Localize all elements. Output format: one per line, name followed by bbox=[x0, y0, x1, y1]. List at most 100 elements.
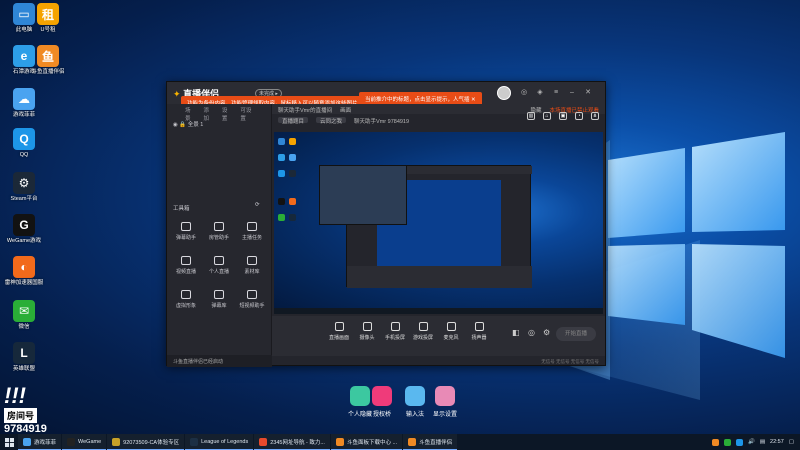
menu-icon[interactable]: ≡ bbox=[551, 88, 561, 98]
start-button[interactable] bbox=[0, 434, 18, 450]
tray-app-icon[interactable] bbox=[711, 438, 719, 446]
tool-label: 弹幕助手 bbox=[175, 235, 196, 241]
taskbar-item[interactable]: 游戏菲菲 bbox=[18, 434, 62, 450]
taskbar-item-label: 斗鱼面板下载中心 ... bbox=[346, 439, 398, 446]
lock-icon[interactable]: ⌂ bbox=[543, 112, 551, 120]
tool-button[interactable]: 个人直播 bbox=[204, 256, 234, 275]
left-tab[interactable]: 添加 bbox=[203, 106, 211, 122]
source-button[interactable]: 直播画面 bbox=[324, 322, 354, 341]
tool-button[interactable]: 虚拟形象 bbox=[171, 290, 201, 309]
crop-icon[interactable]: ▣ bbox=[559, 112, 567, 120]
source-button[interactable]: 麦克风 bbox=[436, 322, 466, 341]
source-icon bbox=[362, 322, 372, 331]
pill-title[interactable]: 直播题目 bbox=[278, 117, 309, 125]
source-button[interactable]: 摄像头 bbox=[352, 322, 382, 341]
preview-desktop-icon bbox=[278, 154, 285, 161]
desktop-icon[interactable]: Q QQ bbox=[4, 128, 44, 159]
tool-button[interactable]: 短视频助手 bbox=[237, 290, 267, 309]
lock-icon[interactable]: 🔒 bbox=[179, 122, 186, 128]
room-info: 聊天助手Vmr 9784919 bbox=[354, 119, 410, 125]
desktop-icon[interactable]: ✉ 微信 bbox=[4, 300, 44, 331]
main-stage: 聊天助手Vmr的直播间 画面 隐藏 本场直播已禁止观看 直播题目 云同之我 聊天… bbox=[272, 104, 605, 367]
desktop-icon[interactable]: L 英雄联盟 bbox=[4, 342, 44, 373]
tool-button[interactable]: 视频直播 bbox=[171, 256, 201, 275]
desktop-icon[interactable]: ◐ 雷神加速器国服 bbox=[4, 256, 44, 287]
app-icon: ◐ bbox=[13, 256, 35, 278]
bottom-toolbar: 直播画面 摄像头 手机投屏 游戏投屏 麦克风 扬声器 ◧ ◎ ⚙ 开始直播 bbox=[272, 316, 605, 356]
room-tab[interactable]: 聊天助手Vmr的直播间 bbox=[278, 106, 332, 114]
scene-row[interactable]: ◉ 🔒 全景 1 bbox=[173, 120, 203, 128]
desktop-icon-label: 英雄联盟 bbox=[12, 366, 35, 372]
source-label: 手机投屏 bbox=[384, 335, 405, 341]
taskbar-item[interactable]: 斗鱼直播伴侣 bbox=[403, 434, 458, 450]
left-tab[interactable]: 场景 bbox=[185, 106, 193, 122]
tool-button[interactable]: 弹幕库 bbox=[204, 290, 234, 309]
eye-icon[interactable]: ◉ bbox=[173, 122, 178, 128]
tool-button[interactable]: 房管助手 bbox=[204, 222, 234, 241]
preview-desktop-icon bbox=[278, 214, 285, 221]
streaming-app-window[interactable]: ✦ 直播伴侣 未完成 ▸ ◎ ◈ ≡ – ✕ 功能为备份内容，功能管理领取内容，… bbox=[166, 81, 606, 367]
stream-preview[interactable] bbox=[274, 132, 603, 314]
clock[interactable]: 22:57 bbox=[770, 439, 784, 445]
avatar[interactable] bbox=[497, 86, 511, 100]
windows-logo bbox=[608, 132, 785, 358]
tool-icon bbox=[247, 290, 257, 299]
taskbar-item[interactable]: 92073509-CA体验专区 bbox=[107, 434, 185, 450]
gear-icon[interactable]: ⚙ bbox=[543, 328, 550, 337]
tools-header: 工具箱 bbox=[173, 204, 190, 212]
source-button[interactable]: 手机投屏 bbox=[380, 322, 410, 341]
left-tab[interactable]: 设置 bbox=[222, 106, 230, 122]
minimize-icon[interactable]: – bbox=[567, 88, 577, 98]
notifications-icon[interactable]: ▢ bbox=[789, 439, 794, 445]
tools-refresh-icon[interactable]: ⟳ bbox=[255, 202, 260, 208]
tool-icon bbox=[181, 222, 191, 231]
tool-icon bbox=[181, 290, 191, 299]
network-icon[interactable]: ▤ bbox=[760, 439, 765, 445]
desktop-icon[interactable]: 鱼斗鱼直播伴侣 bbox=[28, 45, 68, 76]
bell-icon[interactable]: ◔ bbox=[575, 112, 583, 120]
tool-button[interactable]: 素材库 bbox=[237, 256, 267, 275]
taskbar-app-icon bbox=[335, 437, 344, 446]
tool-label: 虚拟形象 bbox=[175, 303, 196, 309]
source-label: 麦克风 bbox=[443, 335, 459, 341]
quick-shortcut[interactable]: 显示设置 bbox=[420, 386, 470, 418]
trash-icon[interactable]: ▥ bbox=[527, 112, 535, 120]
volume-icon[interactable]: 🔊 bbox=[748, 439, 755, 445]
record-icon[interactable]: ◎ bbox=[528, 328, 535, 337]
pill-sync[interactable]: 云同之我 bbox=[316, 117, 347, 125]
taskbar-app-icon bbox=[23, 437, 31, 446]
taskbar-item[interactable]: 斗鱼面板下载中心 ... bbox=[330, 434, 403, 450]
taskbar-item-label: 2345网址导航 - 致力... bbox=[270, 439, 325, 446]
source-label: 扬声器 bbox=[471, 335, 487, 341]
skin-icon[interactable]: ◈ bbox=[535, 88, 545, 98]
start-stream-button[interactable]: 开始直播 bbox=[556, 327, 596, 341]
source-icon bbox=[334, 322, 344, 331]
taskbar-app-icon bbox=[112, 437, 121, 446]
canvas-tab[interactable]: 画面 bbox=[340, 106, 351, 114]
left-tab[interactable]: 可设置 bbox=[240, 106, 253, 122]
source-button[interactable]: 游戏投屏 bbox=[408, 322, 438, 341]
tool-button[interactable]: 主播任务 bbox=[237, 222, 267, 241]
tool-label: 素材库 bbox=[244, 269, 260, 275]
desktop-icon[interactable]: ⚙ Steam平台 bbox=[4, 172, 44, 203]
tool-icon bbox=[247, 256, 257, 265]
taskbar-item[interactable]: WeGame bbox=[62, 434, 107, 450]
desktop-icon[interactable]: ☁ 游戏菲菲 bbox=[4, 88, 44, 119]
tool-button[interactable]: 弹幕助手 bbox=[171, 222, 201, 241]
desktop-icon[interactable]: 租 U号租 bbox=[28, 3, 68, 34]
camera-toggle-icon[interactable]: ◧ bbox=[512, 328, 520, 337]
source-button[interactable]: 扬声器 bbox=[464, 322, 494, 341]
desktop-icon-label: Steam平台 bbox=[10, 196, 38, 202]
desktop-icon[interactable]: G WeGame游戏 bbox=[4, 214, 44, 245]
preview-desktop-icon bbox=[289, 214, 296, 221]
tray-qq-icon[interactable] bbox=[735, 438, 743, 446]
tray-wechat-icon[interactable] bbox=[723, 438, 731, 446]
settings-icon[interactable]: ◎ bbox=[519, 88, 529, 98]
close-icon[interactable]: ✕ bbox=[583, 88, 593, 98]
app-icon: ⚙ bbox=[13, 172, 35, 194]
share-icon[interactable]: ⋔ bbox=[591, 112, 599, 120]
source-icon bbox=[446, 322, 456, 331]
taskbar-item[interactable]: League of Legends bbox=[185, 434, 254, 450]
taskbar-item[interactable]: 2345网址导航 - 致力... bbox=[254, 434, 330, 450]
shortcut-icon bbox=[372, 386, 392, 406]
